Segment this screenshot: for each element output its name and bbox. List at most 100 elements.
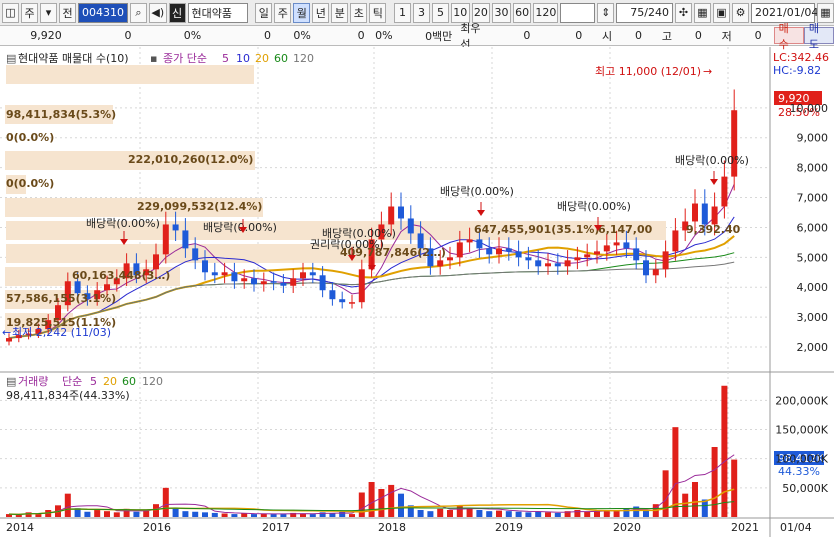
volume-tick-label: 150,000K <box>775 424 828 437</box>
candle-body <box>554 263 561 267</box>
volume-bar <box>349 514 355 517</box>
period-second[interactable]: 초 <box>350 2 368 23</box>
chevron-down-icon[interactable]: ▾ <box>40 2 57 23</box>
count-value: 75 <box>630 6 645 19</box>
volume-bar <box>545 512 551 517</box>
high-note: 최고 11,000 (12/01) <box>595 65 701 78</box>
spinner-icon[interactable]: ⇕ <box>597 2 615 23</box>
period-week[interactable]: 주 <box>274 2 292 23</box>
hc-label: HC:-9.82 <box>773 64 821 77</box>
candle-body <box>652 269 659 276</box>
candle-body <box>701 203 708 225</box>
volume-legend-title[interactable]: 거래량 <box>18 375 48 388</box>
volume-bar <box>711 447 718 517</box>
period-tick[interactable]: 틱 <box>369 2 387 23</box>
volume-bar <box>466 508 473 517</box>
candle-body <box>584 254 591 258</box>
ma-120[interactable]: 120 <box>293 52 314 65</box>
volume-legend-ma[interactable]: 단순 <box>62 375 82 388</box>
save-icon[interactable]: ▣ <box>713 2 730 23</box>
candle-body <box>466 239 473 243</box>
candle-body <box>251 278 257 285</box>
candle-body <box>535 260 542 267</box>
candle-body <box>623 242 630 249</box>
event-label-7: 9,392.40 <box>686 223 741 236</box>
price-tick-label: 4,000 <box>797 281 829 294</box>
chart-area[interactable]: 98,411,834(5.3%) 0(0.0%) 222,010,260(12.… <box>0 47 834 537</box>
custom-period-input[interactable] <box>560 2 596 23</box>
num-3[interactable]: 3 <box>412 2 430 23</box>
volume-settings-icon[interactable]: ▤ <box>6 375 16 388</box>
candle-body <box>153 254 159 270</box>
x-label-2018: 2018 <box>378 521 406 534</box>
volume-tick-label: 50,000K <box>782 482 828 495</box>
volume-bar <box>613 510 620 517</box>
price-legend-ma[interactable]: 종가 단순 <box>163 52 207 65</box>
volume-bar <box>486 511 493 517</box>
settings-icon[interactable]: ▤ <box>6 52 16 65</box>
num-1[interactable]: 1 <box>393 2 411 23</box>
candle-body <box>280 282 287 286</box>
market-select[interactable]: 주 <box>21 2 38 23</box>
vol-ma-120[interactable]: 120 <box>142 375 163 388</box>
sound-icon[interactable]: ◀) <box>149 2 167 23</box>
sell-button[interactable]: 매도 <box>803 22 834 51</box>
quote-b1: 0 <box>523 29 531 42</box>
candle-body <box>192 248 199 261</box>
count-input[interactable]: 75/240 <box>616 2 673 23</box>
volume-bar <box>584 511 591 517</box>
volume-bar <box>692 482 698 517</box>
ma-20[interactable]: 20 <box>255 52 269 65</box>
quote-open-label: 시 <box>602 29 613 43</box>
price-tick-label: 6,000 <box>797 221 829 234</box>
event-label-4: 배당락(0.00%) <box>440 185 514 198</box>
search-icon[interactable]: ⌕ <box>130 2 147 23</box>
layout-icon[interactable]: ◫ <box>2 2 19 23</box>
quote-p3: 0% <box>375 29 393 42</box>
vol-ma-60[interactable]: 60 <box>122 375 136 388</box>
period-minute[interactable]: 분 <box>331 2 349 23</box>
vol-ma-5[interactable]: 5 <box>90 375 97 388</box>
candle-body <box>221 272 228 276</box>
ma-10[interactable]: 10 <box>236 52 250 65</box>
volume-y-ticks: 200,000K 150,000K 100,000K 50,000K <box>775 394 828 495</box>
candle-body <box>329 290 336 300</box>
prev-select[interactable]: 전 <box>59 2 76 23</box>
candle-body <box>300 272 306 279</box>
period-day[interactable]: 일 <box>255 2 273 23</box>
candle-body <box>476 239 483 249</box>
candle-body <box>398 206 404 219</box>
price-tick-label: 10,000 <box>790 102 829 115</box>
num-5[interactable]: 5 <box>431 2 449 23</box>
buy-button[interactable]: 매수 <box>773 22 804 51</box>
price-tick-label: 5,000 <box>797 251 829 264</box>
ma-60[interactable]: 60 <box>274 52 288 65</box>
num-60[interactable]: 60 <box>512 2 532 23</box>
high-arrow-icon: → <box>703 65 712 78</box>
candle-body <box>603 245 610 252</box>
candle-body <box>270 281 277 283</box>
volume-bar <box>113 512 120 517</box>
volume-bar <box>358 492 365 517</box>
crosshair-icon[interactable]: ✣ <box>675 2 692 23</box>
gear-icon[interactable]: ⚙ <box>732 2 749 23</box>
period-year[interactable]: 년 <box>312 2 330 23</box>
num-30[interactable]: 30 <box>492 2 511 23</box>
volume-bar <box>309 514 316 517</box>
period-month[interactable]: 월 <box>293 2 311 23</box>
candle-body <box>437 260 444 267</box>
price-legend-title[interactable]: 현대약품 매물대 수(10) <box>18 51 129 65</box>
candle-body <box>290 278 297 286</box>
candle-body <box>309 272 316 276</box>
ma-5[interactable]: 5 <box>222 52 229 65</box>
volume-bar <box>280 514 287 517</box>
grid-icon[interactable]: ▦ <box>694 2 711 23</box>
volume-bar <box>202 512 208 517</box>
volume-bar <box>211 512 218 517</box>
stock-code-input[interactable]: 004310 <box>78 2 128 23</box>
stock-chart[interactable]: 98,411,834(5.3%) 0(0.0%) 222,010,260(12.… <box>0 47 834 537</box>
quote-p1: 0% <box>183 29 202 42</box>
vol-ma-20[interactable]: 20 <box>103 375 117 388</box>
num-120[interactable]: 120 <box>533 2 559 23</box>
candle-body <box>231 272 238 282</box>
